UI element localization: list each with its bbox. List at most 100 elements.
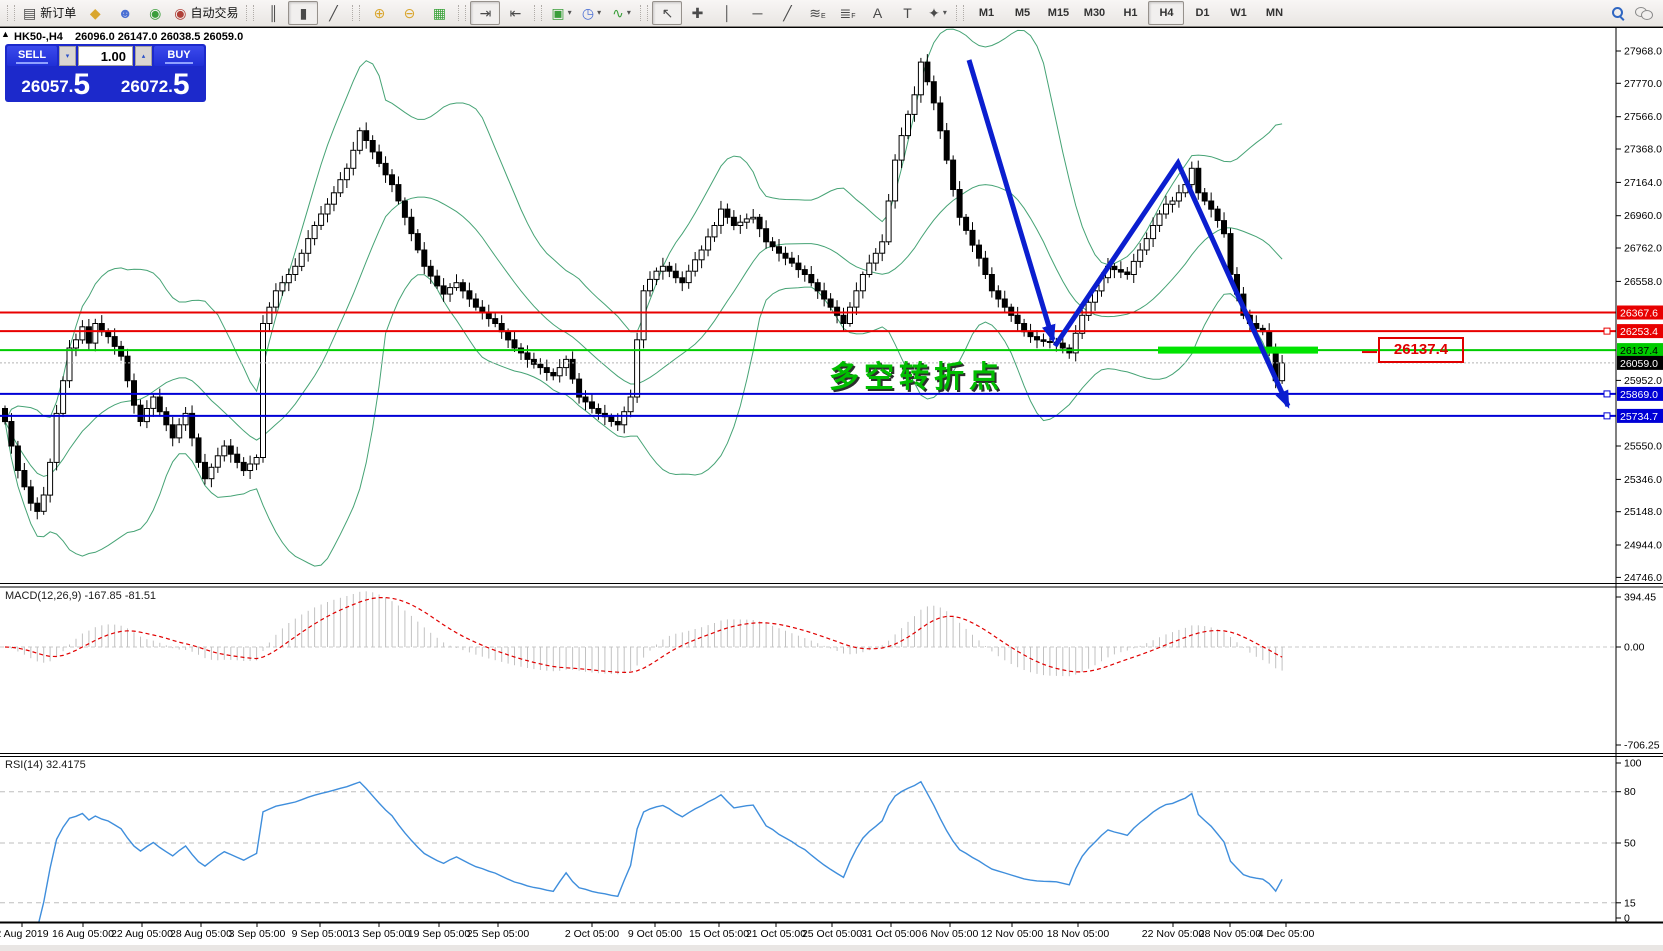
- candle: [473, 299, 478, 307]
- candle: [325, 204, 330, 214]
- candle: [157, 397, 162, 412]
- candle: [1267, 332, 1272, 348]
- time-label: 2 Oct 05:00: [565, 928, 619, 940]
- candle: [622, 412, 627, 425]
- buy-price[interactable]: 26072.5: [107, 68, 205, 100]
- candle: [944, 131, 949, 160]
- candle: [441, 286, 446, 294]
- sell-price[interactable]: 26057.5: [7, 68, 105, 100]
- price-tick-label: 24746.0: [1624, 572, 1662, 584]
- price-level-label: 26137.4: [1620, 345, 1658, 357]
- trend-arrow[interactable]: [1055, 163, 1288, 406]
- price-tick-label: 27566.0: [1624, 111, 1662, 123]
- candle: [480, 307, 485, 312]
- rsi-axis-label: 15: [1624, 897, 1636, 909]
- candle: [848, 307, 853, 323]
- volume-increase-button[interactable]: ▴: [135, 46, 152, 66]
- candle: [590, 402, 595, 409]
- candle: [209, 467, 214, 478]
- candle: [796, 263, 801, 270]
- candle: [1028, 332, 1033, 337]
- time-label: 3 Sep 05:00: [229, 928, 286, 940]
- time-label: 15 Oct 05:00: [689, 928, 749, 940]
- candle: [286, 275, 291, 283]
- candle: [435, 276, 440, 286]
- rsi-value: 32.4175: [46, 759, 86, 771]
- candle: [970, 230, 975, 245]
- line-handle[interactable]: [1604, 413, 1610, 419]
- candle: [867, 263, 872, 274]
- candle: [402, 201, 407, 217]
- candle: [383, 163, 388, 174]
- candle: [1164, 204, 1169, 214]
- candle: [506, 332, 511, 340]
- candle: [428, 266, 433, 276]
- candle: [822, 291, 827, 299]
- time-label: 28 Nov 05:00: [1199, 928, 1261, 940]
- candle: [390, 175, 395, 185]
- macd-pane: [0, 591, 1616, 676]
- sell-price-pip: 5: [73, 71, 90, 99]
- time-label: 9 Oct 05:00: [628, 928, 682, 940]
- candle: [41, 495, 46, 511]
- line-handle[interactable]: [1604, 328, 1610, 334]
- time-label: 25 Oct 05:00: [802, 928, 862, 940]
- candle: [48, 462, 53, 495]
- candle: [1209, 201, 1214, 209]
- volume-input[interactable]: [78, 46, 133, 66]
- arrow-up-icon: ▴: [142, 52, 146, 60]
- candle: [660, 266, 665, 271]
- rsi-axis-label: 100: [1624, 758, 1642, 770]
- macd-signal-line: [5, 598, 1282, 673]
- candle: [906, 114, 911, 135]
- candle: [538, 364, 543, 367]
- candle: [570, 359, 575, 379]
- candle: [777, 247, 782, 254]
- rsi-label: RSI(14) 32.4175: [5, 759, 86, 771]
- candle: [751, 217, 756, 219]
- trend-arrow[interactable]: [969, 60, 1053, 340]
- candle: [983, 258, 988, 274]
- macd-value: -167.85: [84, 590, 121, 602]
- candle: [654, 271, 659, 279]
- main-pane: [0, 29, 1616, 566]
- macd-name: MACD(12,26,9): [5, 590, 81, 602]
- chart-area[interactable]: 27968.027770.027566.027368.027164.026960…: [0, 0, 1663, 951]
- candle: [74, 340, 79, 348]
- candle: [261, 324, 266, 458]
- candle: [1157, 214, 1162, 225]
- candle: [635, 340, 640, 397]
- time-label: 21 Oct 05:00: [746, 928, 806, 940]
- buy-button[interactable]: BUY: [154, 46, 204, 66]
- candle: [331, 193, 336, 204]
- turning-point-annotation: 多空转折点: [829, 352, 1004, 396]
- price-level-label: 26253.4: [1620, 326, 1658, 338]
- candle: [564, 359, 569, 367]
- one-click-trading-panel: SELL ▾ ▴ BUY 26057.5 26072.5: [5, 44, 206, 102]
- price-tick-label: 26762.0: [1624, 243, 1662, 255]
- candle: [338, 180, 343, 193]
- candle: [770, 242, 775, 247]
- rsi-axis-label: 50: [1624, 838, 1636, 850]
- candle: [422, 250, 427, 266]
- green-highlight-segment[interactable]: [1158, 347, 1318, 354]
- candle: [893, 160, 898, 201]
- candle: [377, 152, 382, 163]
- candle: [9, 422, 14, 447]
- candle: [835, 307, 840, 315]
- candle: [215, 456, 220, 467]
- time-label: 28 Aug 05:00: [170, 928, 232, 940]
- candle: [35, 503, 40, 511]
- candle: [15, 446, 20, 471]
- candle: [880, 242, 885, 253]
- candle: [106, 332, 111, 337]
- sell-button[interactable]: SELL: [7, 46, 57, 66]
- macd-axis-label: 394.45: [1624, 592, 1656, 604]
- price-tick-label: 27770.0: [1624, 78, 1662, 90]
- candle: [551, 373, 556, 376]
- rsi-line: [18, 782, 1282, 929]
- candle: [254, 458, 259, 465]
- volume-decrease-button[interactable]: ▾: [59, 46, 76, 66]
- line-handle[interactable]: [1604, 391, 1610, 397]
- candle: [828, 299, 833, 307]
